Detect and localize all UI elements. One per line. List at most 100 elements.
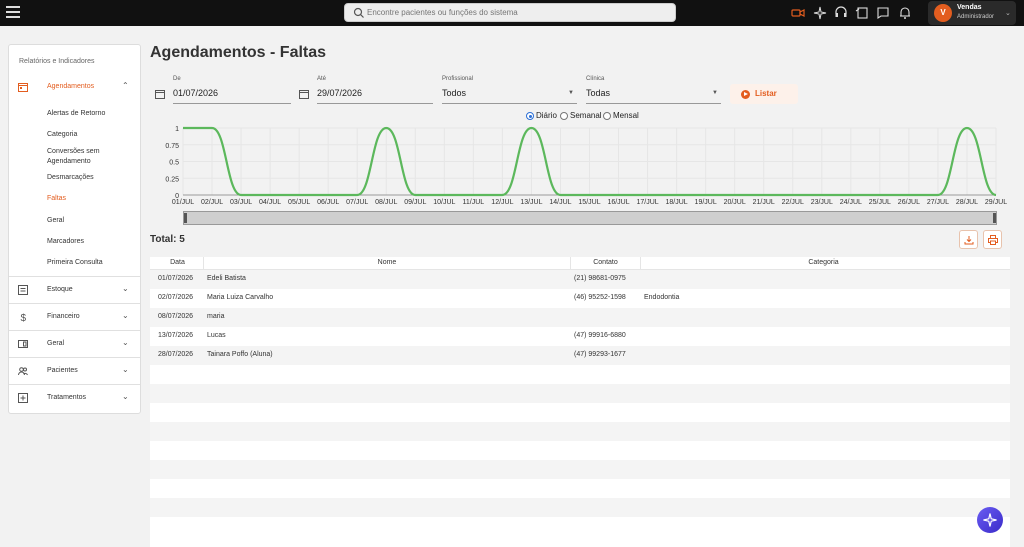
chat-icon[interactable] — [876, 6, 890, 20]
table-row[interactable]: 02/07/2026 Maria Luiza Carvalho (46) 95252… — [150, 289, 1010, 308]
faltas-table: Data Nome Contato Categoria 01/07/2026 Ed… — [150, 257, 1010, 547]
x-tick-label: 06/JUL — [317, 199, 339, 206]
table-row[interactable]: 08/07/2026 maria — [150, 308, 1010, 327]
sidebar-item-tratamentos[interactable]: Tratamentos ⌄ — [9, 385, 140, 411]
cell-nome: Lucas — [207, 332, 226, 339]
download-icon — [964, 236, 974, 245]
sidebar-subitem-faltas[interactable]: Faltas — [47, 194, 137, 204]
x-tick-label: 23/JUL — [811, 199, 833, 206]
y-tick-label: 1 — [175, 126, 179, 133]
sidebar-item-estoque[interactable]: Estoque ⌄ — [9, 277, 140, 303]
sidebar-subitem-marcadores[interactable]: Marcadores — [47, 237, 137, 247]
sidebar-subitem-primeira-consulta[interactable]: Primeira Consulta — [47, 258, 137, 268]
filter-label: Clínica — [586, 76, 605, 82]
cell-categoria: Endodontia — [644, 294, 680, 301]
radio-label: Mensal — [613, 111, 639, 120]
sidebar-item-label: Financeiro — [47, 313, 80, 320]
cell-contato: (47) 99916-6880 — [574, 332, 626, 339]
x-tick-label: 26/JUL — [898, 199, 920, 206]
column-header-categoria[interactable]: Categoria — [641, 259, 1006, 266]
table-header: Data Nome Contato Categoria — [150, 257, 1010, 270]
calendar-icon — [18, 83, 28, 92]
filter-label: Profissional — [442, 76, 474, 82]
sidebar-subitem-alertas[interactable]: Alertas de Retorno — [47, 109, 137, 119]
ai-assistant-button[interactable] — [977, 507, 1003, 533]
radio-circle[interactable] — [560, 112, 568, 120]
column-header-contato[interactable]: Contato — [571, 259, 640, 266]
sidebar-item-geral[interactable]: Geral ⌄ — [9, 331, 140, 357]
table-row[interactable]: 28/07/2026 Tainara Poffo (Aluna) (47) 9929… — [150, 346, 1010, 365]
bell-icon[interactable] — [898, 6, 912, 20]
clinica-select[interactable]: Todas — [586, 88, 610, 98]
y-tick-label: 0.25 — [165, 176, 179, 183]
sidebar-item-pacientes[interactable]: Pacientes ⌄ — [9, 358, 140, 384]
sidebar: Relatórios e Indicadores Agendamentos ⌃ … — [8, 44, 141, 414]
cell-contato: (21) 98681-0975 — [574, 275, 626, 282]
dropdown-arrow-icon: ▼ — [568, 90, 574, 96]
x-tick-label: 10/JUL — [433, 199, 455, 206]
people-icon — [18, 367, 28, 376]
x-tick-label: 03/JUL — [230, 199, 252, 206]
user-name: Vendas — [957, 4, 982, 11]
filter-label: Até — [317, 76, 327, 82]
x-tick-label: 09/JUL — [404, 199, 426, 206]
table-row — [150, 403, 1010, 422]
date-to-value[interactable]: 29/07/2026 — [317, 88, 362, 98]
play-icon — [741, 90, 750, 99]
x-tick-label: 28/JUL — [956, 199, 978, 206]
listar-button[interactable]: Listar — [730, 84, 798, 104]
cell-nome: Maria Luiza Carvalho — [207, 294, 274, 301]
range-handle-left[interactable] — [184, 213, 187, 223]
sidebar-item-financeiro[interactable]: $ Financeiro ⌄ — [9, 304, 140, 330]
radio-label: Diário — [536, 111, 557, 120]
table-row[interactable]: 13/07/2026 Lucas (47) 99916-6880 — [150, 327, 1010, 346]
cell-contato: (47) 99293-1677 — [574, 351, 626, 358]
search-input[interactable] — [367, 5, 667, 20]
x-tick-label: 27/JUL — [927, 199, 949, 206]
radio-circle[interactable] — [603, 112, 611, 120]
x-tick-label: 15/JUL — [578, 199, 600, 206]
x-tick-label: 05/JUL — [288, 199, 310, 206]
sidebar-subitem-conversoes[interactable]: Conversões sem Agendamento — [47, 147, 137, 167]
range-handle-right[interactable] — [993, 213, 996, 223]
sparkle-icon[interactable] — [813, 6, 827, 20]
cell-data: 01/07/2026 — [158, 275, 194, 282]
box-icon — [18, 285, 28, 295]
calendar-icon[interactable] — [299, 89, 309, 99]
hamburger-menu-icon[interactable] — [6, 6, 20, 18]
cell-nome: Tainara Poffo (Aluna) — [207, 351, 273, 358]
global-search[interactable] — [344, 3, 676, 22]
table-row[interactable]: 01/07/2026 Edeli Batista (21) 98681-0975 — [150, 270, 1010, 289]
y-tick-label: 0.75 — [165, 143, 179, 150]
print-button[interactable] — [983, 230, 1002, 249]
table-row — [150, 498, 1010, 517]
sidebar-item-agendamentos[interactable]: Agendamentos ⌃ — [9, 74, 140, 100]
chart-range-scroller[interactable] — [183, 211, 997, 225]
dollar-icon: $ — [21, 313, 27, 322]
headset-icon[interactable] — [834, 6, 848, 20]
x-tick-label: 24/JUL — [840, 199, 862, 206]
sidebar-title: Relatórios e Indicadores — [19, 58, 95, 65]
table-row — [150, 479, 1010, 498]
top-bar: V Vendas Administrador ⌄ — [0, 0, 1024, 26]
device-sync-icon[interactable] — [855, 6, 869, 20]
profissional-select[interactable]: Todos — [442, 88, 466, 98]
column-header-data[interactable]: Data — [160, 259, 195, 266]
sidebar-subitem-geral[interactable]: Geral — [47, 216, 137, 226]
column-header-nome[interactable]: Nome — [204, 259, 570, 266]
calendar-icon[interactable] — [155, 89, 165, 99]
chevron-down-icon: ⌄ — [122, 311, 129, 320]
date-from-value[interactable]: 01/07/2026 — [173, 88, 218, 98]
video-icon[interactable] — [791, 6, 805, 20]
sidebar-subitem-desmarcacoes[interactable]: Desmarcações — [47, 173, 137, 183]
download-button[interactable] — [959, 230, 978, 249]
x-tick-label: 04/JUL — [259, 199, 281, 206]
cell-nome: Edeli Batista — [207, 275, 246, 282]
x-tick-label: 07/JUL — [346, 199, 368, 206]
x-tick-label: 11/JUL — [463, 199, 485, 206]
sidebar-subitem-categoria[interactable]: Categoria — [47, 130, 137, 140]
user-menu[interactable]: V Vendas Administrador ⌄ — [928, 1, 1016, 25]
table-row — [150, 441, 1010, 460]
x-tick-label: 16/JUL — [607, 199, 629, 206]
radio-circle[interactable] — [526, 112, 534, 120]
